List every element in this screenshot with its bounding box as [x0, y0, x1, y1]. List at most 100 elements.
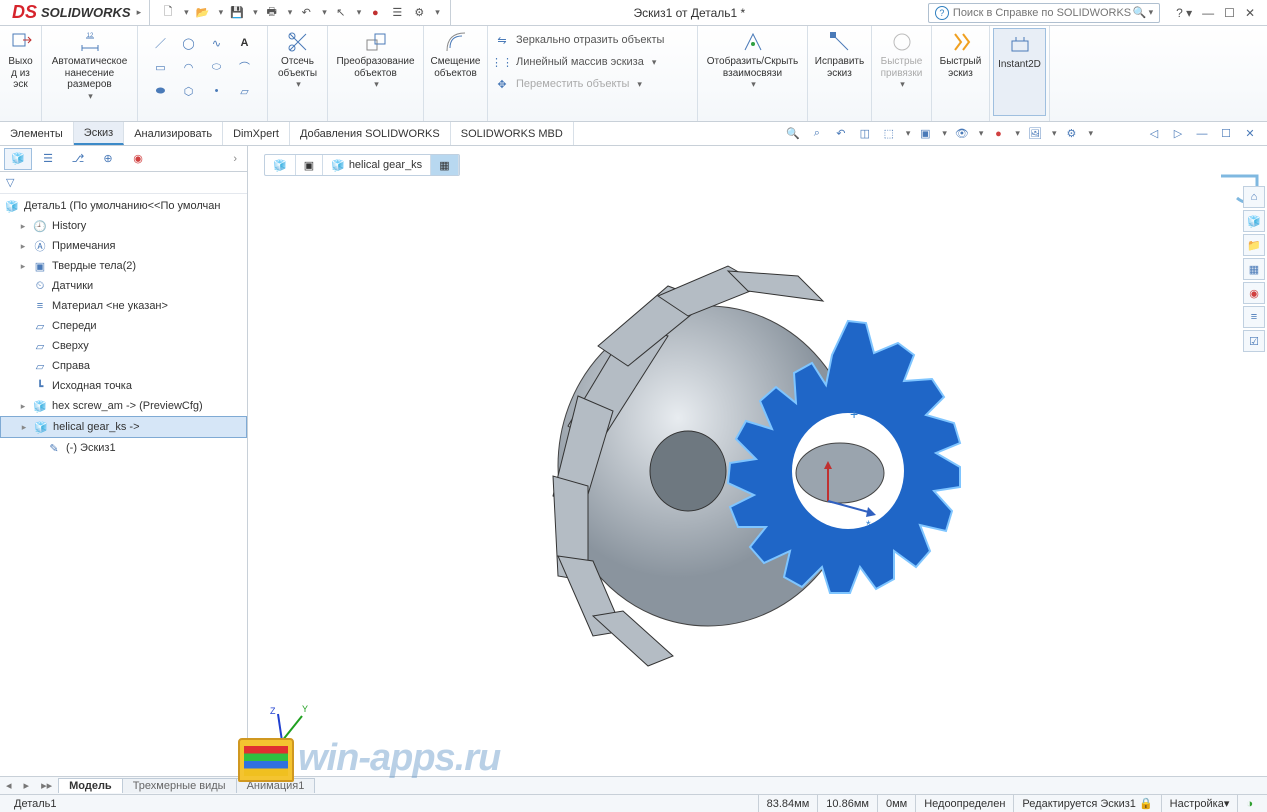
property-manager-tab-icon[interactable]: ☰	[34, 148, 62, 170]
tab-scroll-end-icon[interactable]: ▸▸	[35, 779, 58, 792]
tab-features[interactable]: Элементы	[0, 122, 74, 145]
status-mode-lock-icon[interactable]: 🔒	[1139, 797, 1153, 810]
selection-breadcrumb[interactable]: 🧊 ▣ 🧊 helical gear_ks ▦	[264, 154, 460, 176]
tab-3d-views[interactable]: Трехмерные виды	[122, 778, 237, 793]
status-custom[interactable]: Настройка ▾	[1161, 795, 1238, 812]
ellipse-tool-icon[interactable]: ⬭	[205, 56, 229, 78]
breadcrumb-body-icon[interactable]: ▣	[296, 155, 323, 175]
arc-tool-icon[interactable]: ◠	[177, 56, 201, 78]
options-list-icon[interactable]: ☰	[389, 5, 405, 21]
previous-view-icon[interactable]: ↶	[832, 125, 850, 143]
rapid-sketch-button[interactable]: Быстрый эскиз	[932, 26, 990, 121]
help-dropdown-icon[interactable]: ? ▾	[1176, 6, 1192, 20]
taskpane-appearances-icon[interactable]: ◉	[1243, 282, 1265, 304]
tree-item[interactable]: ▸🧊helical gear_ks ->	[0, 416, 247, 438]
offset-entities-button[interactable]: Смещение объектов	[424, 26, 488, 121]
breadcrumb-part-icon[interactable]: 🧊	[265, 155, 296, 175]
expand-icon[interactable]: ▸	[18, 261, 28, 272]
tree-item[interactable]: ▱Сверху	[0, 336, 247, 356]
linear-pattern-button[interactable]: ⋮⋮Линейный массив эскиза▾	[494, 52, 664, 72]
taskpane-home-icon[interactable]: ⌂	[1243, 186, 1265, 208]
expand-icon[interactable]: ▸	[19, 422, 29, 433]
display-style-icon[interactable]: ▣	[916, 125, 934, 143]
tree-item[interactable]: ▸🕘History	[0, 216, 247, 236]
mirror-entities-button[interactable]: ⇋Зеркально отразить объекты	[494, 30, 664, 50]
tree-item[interactable]: ▸ⒶПримечания	[0, 236, 247, 256]
viewport-next-icon[interactable]: ▷	[1169, 125, 1187, 143]
viewport-prev-icon[interactable]: ◁	[1145, 125, 1163, 143]
save-icon[interactable]: 💾	[229, 5, 245, 21]
instant2d-button[interactable]: Instant2D	[990, 26, 1050, 121]
tab-mbd[interactable]: SOLIDWORKS MBD	[451, 122, 574, 145]
plane-tool-icon[interactable]: ▱	[233, 80, 257, 102]
expand-icon[interactable]: ▸	[18, 221, 28, 232]
line-tool-icon[interactable]: ／	[149, 32, 173, 54]
tree-item[interactable]: ▱Спереди	[0, 316, 247, 336]
expand-icon[interactable]: ▸	[18, 241, 28, 252]
tree-root[interactable]: 🧊 Деталь1 (По умолчанию<<По умолчан	[0, 196, 247, 216]
breadcrumb-item[interactable]: 🧊 helical gear_ks	[323, 155, 431, 175]
viewport-maximize-icon[interactable]: ☐	[1217, 125, 1235, 143]
tree-item[interactable]: ≡Материал <не указан>	[0, 296, 247, 316]
circle-tool-icon[interactable]: ◯	[177, 32, 201, 54]
select-icon[interactable]: ↖	[333, 5, 349, 21]
open-doc-icon[interactable]: 📂	[195, 5, 211, 21]
tree-item[interactable]: ▱Справа	[0, 356, 247, 376]
display-relations-button[interactable]: Отобразить/Скрыть взаимосвязи ▾	[698, 26, 808, 121]
text-tool-icon[interactable]: A	[233, 32, 257, 54]
tab-evaluate[interactable]: Анализировать	[124, 122, 223, 145]
view-orientation-icon[interactable]: ⬚	[880, 125, 898, 143]
edit-appearance-icon[interactable]: ●	[989, 125, 1007, 143]
status-units-icon[interactable]: ◑	[1237, 795, 1261, 812]
taskpane-view-palette-icon[interactable]: ▦	[1243, 258, 1265, 280]
tab-dimxpert[interactable]: DimXpert	[223, 122, 290, 145]
view-settings-icon[interactable]: ⚙	[1062, 125, 1080, 143]
slot-tool-icon[interactable]: ⬬	[149, 80, 173, 102]
tab-sketch[interactable]: Эскиз	[74, 122, 124, 145]
taskpane-file-explorer-icon[interactable]: 📁	[1243, 234, 1265, 256]
rectangle-tool-icon[interactable]: ▭	[149, 56, 173, 78]
print-icon[interactable]: 🖶	[264, 5, 280, 21]
exit-sketch-button[interactable]: Выхо д из эск	[0, 26, 42, 121]
tab-addins[interactable]: Добавления SOLIDWORKS	[290, 122, 451, 145]
help-search[interactable]: ? 🔍▾	[928, 3, 1160, 23]
section-view-icon[interactable]: ◫	[856, 125, 874, 143]
hide-show-icon[interactable]: 👁	[953, 125, 971, 143]
settings-icon[interactable]: ⚙	[411, 5, 427, 21]
tab-scroll-right-icon[interactable]: ▸	[18, 779, 36, 792]
tree-item[interactable]: ▸▣Твердые тела(2)	[0, 256, 247, 276]
spline-tool-icon[interactable]: ∿	[205, 32, 229, 54]
viewport-minimize-icon[interactable]: —	[1193, 125, 1211, 143]
repair-sketch-button[interactable]: Исправить эскиз	[808, 26, 872, 121]
breadcrumb-sketch-icon[interactable]: ▦	[431, 155, 458, 175]
taskpane-custom-props-icon[interactable]: ≡	[1243, 306, 1265, 328]
dimxpert-manager-tab-icon[interactable]: ⊕	[94, 148, 122, 170]
undo-icon[interactable]: ↶	[298, 5, 314, 21]
help-search-input[interactable]	[953, 7, 1133, 19]
app-menu-dropdown-icon[interactable]: ▸	[137, 7, 142, 18]
apply-scene-icon[interactable]: 🖼	[1026, 125, 1044, 143]
tree-filter[interactable]: ▽	[0, 172, 247, 194]
tab-model[interactable]: Модель	[58, 778, 123, 793]
expand-icon[interactable]: ▸	[18, 401, 28, 412]
feature-manager-tab-icon[interactable]: 🧊	[4, 148, 32, 170]
tab-animation1[interactable]: Анимация1	[236, 778, 316, 793]
search-icon[interactable]: 🔍	[1133, 6, 1147, 19]
point-tool-icon[interactable]: •	[205, 80, 229, 102]
new-doc-icon[interactable]: 🗋	[160, 5, 176, 21]
maximize-button[interactable]: ☐	[1224, 6, 1235, 20]
tab-scroll-left-icon[interactable]: ◂	[0, 779, 18, 792]
taskpane-library-icon[interactable]: 🧊	[1243, 210, 1265, 232]
zoom-area-icon[interactable]: ⌕	[808, 125, 826, 143]
tree-item[interactable]: ⏲Датчики	[0, 276, 247, 296]
manager-overflow-icon[interactable]: ›	[227, 153, 243, 165]
tree-item[interactable]: ┗Исходная точка	[0, 376, 247, 396]
trim-button[interactable]: Отсечь объекты ▾	[268, 26, 328, 121]
polygon-tool-icon[interactable]: ⬡	[177, 80, 201, 102]
view-triad-icon[interactable]: X Y Z	[262, 696, 322, 756]
graphics-area[interactable]: 🧊 ▣ 🧊 helical gear_ks ▦ ✕	[248, 146, 1267, 776]
zoom-fit-icon[interactable]: 🔍	[784, 125, 802, 143]
convert-entities-button[interactable]: Преобразование объектов ▾	[328, 26, 424, 121]
tree-item[interactable]: ✎(-) Эскиз1	[0, 438, 247, 458]
viewport-close-icon[interactable]: ✕	[1241, 125, 1259, 143]
